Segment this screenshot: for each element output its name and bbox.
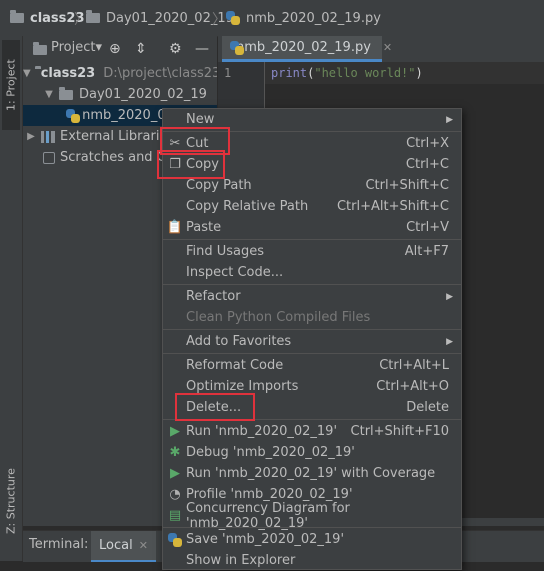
- menu-item-cut[interactable]: ✂ Cut Ctrl+X: [163, 133, 461, 154]
- project-view-icon: [33, 42, 47, 55]
- menu-item-find-usages[interactable]: Find Usages Alt+F7: [163, 241, 461, 262]
- menu-separator: [163, 131, 461, 132]
- paste-icon: 📋: [166, 220, 184, 235]
- submenu-arrow-icon: ▶: [446, 114, 453, 125]
- menu-item-run[interactable]: ▶ Run 'nmb_2020_02_19' Ctrl+Shift+F10: [163, 421, 461, 442]
- menu-item-copy[interactable]: ❐ Copy Ctrl+C: [163, 154, 461, 175]
- expand-arrow-icon[interactable]: ▼: [43, 89, 55, 100]
- breadcrumb-file[interactable]: nmb_2020_02_19.py: [226, 9, 381, 27]
- debug-icon: ✱: [169, 445, 181, 460]
- menu-item-refactor[interactable]: Refactor ▶: [163, 286, 461, 307]
- profile-icon: ◔: [169, 487, 181, 502]
- menu-item-optimize-imports[interactable]: Optimize Imports Ctrl+Alt+O: [163, 376, 461, 397]
- menu-item-paste[interactable]: 📋 Paste Ctrl+V: [163, 217, 461, 238]
- concurrency-icon: ▤: [168, 508, 182, 523]
- line-number: 1: [224, 66, 232, 80]
- hide-icon[interactable]: —: [195, 41, 209, 57]
- menu-item-reformat-code[interactable]: Reformat Code Ctrl+Alt+L: [163, 355, 461, 376]
- terminal-title: Terminal:: [29, 537, 89, 552]
- code-line[interactable]: print("hello world!"): [271, 66, 423, 80]
- menu-item-run-coverage[interactable]: ▶ Run 'nmb_2020_02_19' with Coverage: [163, 463, 461, 484]
- close-icon[interactable]: ✕: [383, 41, 392, 54]
- project-path: D:\project\class23: [103, 66, 217, 81]
- menu-separator: [163, 419, 461, 420]
- menu-item-copy-relative-path[interactable]: Copy Relative Path Ctrl+Alt+Shift+C: [163, 196, 461, 217]
- editor-tab-bar: nmb_2020_02_19.py ✕: [218, 36, 544, 63]
- folder-icon: [59, 86, 73, 100]
- menu-item-concurrency-diagram[interactable]: ▤ Concurrency Diagram for 'nmb_2020_02_1…: [163, 501, 461, 531]
- folder-icon: [86, 10, 100, 23]
- collapse-icon[interactable]: ⇕: [135, 41, 147, 57]
- copy-icon: ❐: [169, 157, 181, 172]
- project-panel-header: Project▾ ⊕ ⇕ ⚙ —: [23, 36, 217, 63]
- navigation-breadcrumb: class23 〉 Day01_2020_02_19 〉 nmb_2020_02…: [0, 0, 544, 37]
- terminal-tab-local[interactable]: Local ✕: [91, 531, 156, 562]
- library-icon: [41, 130, 55, 143]
- python-file-icon: [66, 108, 81, 123]
- left-tool-strip: 1: Project Z: Structure: [0, 36, 23, 561]
- gear-icon[interactable]: ⚙: [169, 41, 182, 57]
- menu-separator: [163, 353, 461, 354]
- menu-item-inspect-code[interactable]: Inspect Code...: [163, 262, 461, 283]
- python-icon: [167, 532, 183, 548]
- structure-tool-tab[interactable]: Z: Structure: [2, 456, 20, 546]
- tree-row-folder[interactable]: ▼ Day01_2020_02_19: [23, 84, 217, 105]
- project-tool-tab[interactable]: 1: Project: [2, 40, 20, 130]
- close-icon[interactable]: ✕: [139, 539, 148, 552]
- folder-icon: [10, 10, 24, 23]
- scissors-icon: ✂: [169, 136, 181, 151]
- menu-item-new[interactable]: New ▶: [163, 109, 461, 130]
- target-icon[interactable]: ⊕: [109, 41, 121, 57]
- coverage-icon: ▶: [170, 466, 180, 481]
- scratches-icon: [43, 151, 55, 164]
- menu-item-debug[interactable]: ✱ Debug 'nmb_2020_02_19': [163, 442, 461, 463]
- breadcrumb-separator: 〉: [212, 12, 226, 28]
- menu-item-add-to-favorites[interactable]: Add to Favorites ▶: [163, 331, 461, 352]
- run-icon: ▶: [170, 424, 180, 439]
- tree-row-root[interactable]: ▼ class23 D:\project\class23: [23, 63, 217, 84]
- project-view-selector[interactable]: Project▾: [51, 40, 102, 55]
- context-menu: New ▶ ✂ Cut Ctrl+X ❐ Copy Ctrl+C Copy Pa…: [162, 108, 462, 570]
- menu-item-copy-path[interactable]: Copy Path Ctrl+Shift+C: [163, 175, 461, 196]
- menu-separator: [163, 329, 461, 330]
- menu-separator: [163, 284, 461, 285]
- menu-separator: [163, 527, 461, 528]
- menu-item-clean-compiled: Clean Python Compiled Files: [186, 310, 371, 325]
- menu-item-delete[interactable]: Delete... Delete: [163, 397, 461, 418]
- expand-arrow-icon[interactable]: ▶: [25, 131, 37, 142]
- expand-arrow-icon[interactable]: ▼: [23, 68, 31, 79]
- python-file-icon: [226, 11, 240, 25]
- menu-separator: [163, 239, 461, 240]
- submenu-arrow-icon: ▶: [446, 291, 453, 302]
- editor-tab-active[interactable]: nmb_2020_02_19.py ✕: [222, 36, 392, 62]
- submenu-arrow-icon: ▶: [446, 336, 453, 347]
- menu-item-save[interactable]: Save 'nmb_2020_02_19': [163, 529, 461, 550]
